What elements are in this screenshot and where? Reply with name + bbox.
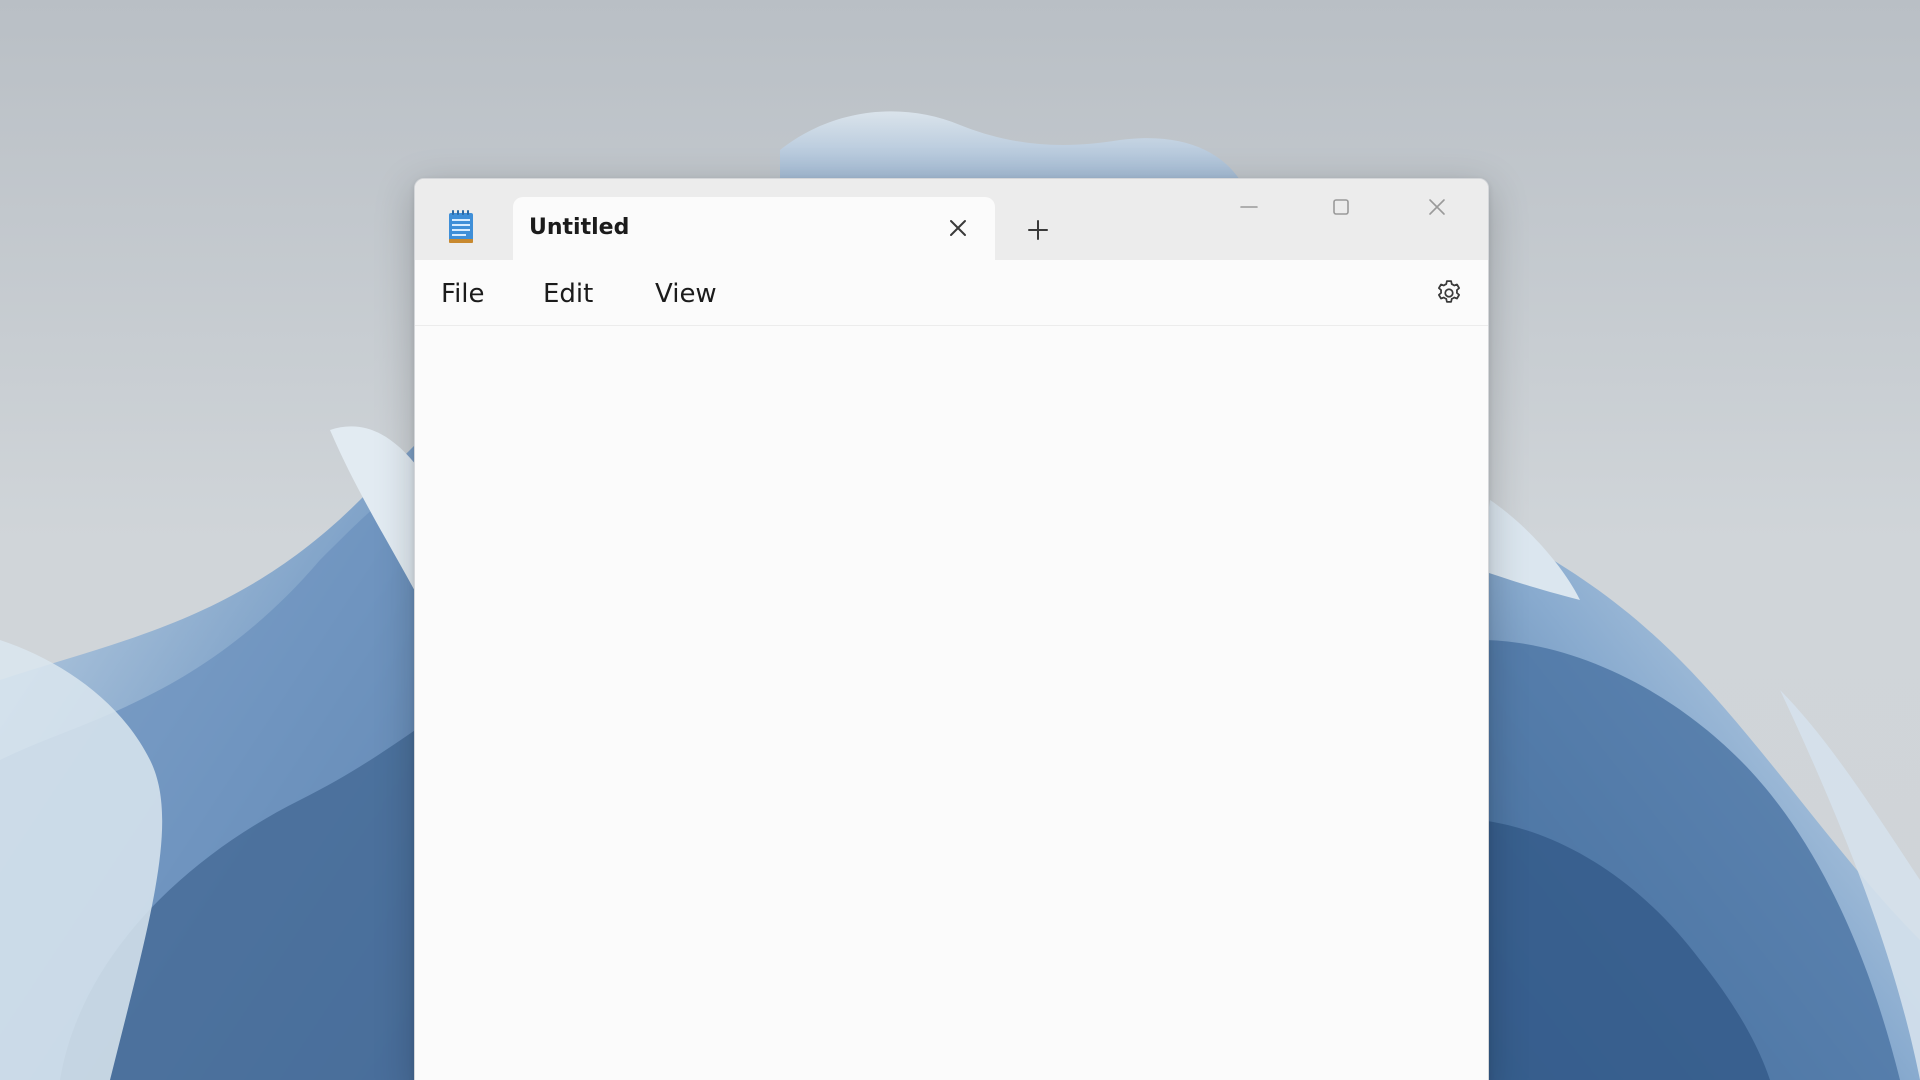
tab-untitled[interactable]: Untitled [513, 197, 995, 260]
menu-edit[interactable]: Edit [535, 276, 601, 312]
notepad-app-icon [449, 210, 473, 243]
minimize-icon [1240, 206, 1258, 208]
plus-icon [1028, 220, 1048, 240]
menu-view[interactable]: View [647, 276, 725, 312]
maximize-icon [1333, 199, 1349, 215]
tab-close-button[interactable] [941, 211, 975, 245]
close-icon [950, 220, 966, 236]
gear-icon [1438, 280, 1460, 303]
minimize-button[interactable] [1203, 179, 1295, 235]
close-icon [1429, 199, 1445, 215]
menu-bar: File Edit View [415, 260, 1488, 326]
title-bar[interactable]: Untitled [415, 179, 1488, 260]
window-close-button[interactable] [1391, 179, 1483, 235]
menu-file[interactable]: File [433, 276, 493, 312]
new-tab-button[interactable] [1019, 211, 1057, 249]
maximize-button[interactable] [1295, 179, 1387, 235]
tab-title: Untitled [529, 215, 630, 240]
text-editor[interactable] [415, 326, 1488, 1080]
settings-button[interactable] [1430, 274, 1468, 312]
notepad-window: Untitled File Edit View [414, 178, 1489, 1080]
